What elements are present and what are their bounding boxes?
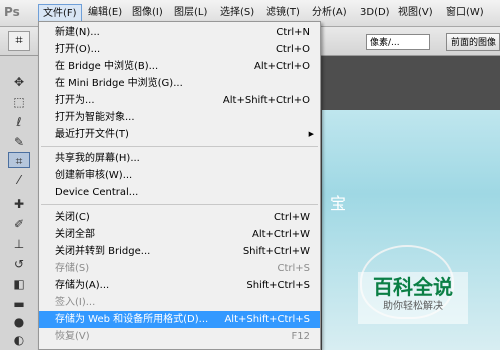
menu-item-label: 关闭并转到 Bridge... — [55, 246, 151, 257]
submenu-arrow-icon: ▶ — [308, 130, 314, 138]
menu-item-close-go-bridge[interactable]: 关闭并转到 Bridge... Shift+Ctrl+W — [39, 243, 320, 260]
menu-item-label: 创建新审核(W)... — [55, 170, 133, 181]
menu-layer[interactable]: 图层(L) — [174, 4, 207, 22]
clone-stamp-tool-icon[interactable]: ⊥ — [8, 236, 30, 252]
dodge-tool-icon[interactable]: ◐ — [8, 332, 30, 348]
menu-item-shortcut: Alt+Shift+Ctrl+O — [222, 95, 310, 106]
menu-item-label: 关闭全部 — [55, 229, 95, 240]
menu-item-open[interactable]: 打开(O)... Ctrl+O — [39, 41, 320, 58]
crop-tool-preset[interactable]: ⌗ — [8, 31, 30, 51]
menu-item-label: 恢复(V) — [55, 331, 90, 342]
menu-item-label: 最近打开文件(T) — [55, 129, 129, 140]
watermark-title: 百科全说 — [373, 275, 453, 299]
menu-3d[interactable]: 3D(D) — [360, 4, 390, 22]
menu-item-new-review[interactable]: 创建新审核(W)... — [39, 167, 320, 184]
file-menu-dropdown: 新建(N)... Ctrl+N 打开(O)... Ctrl+O 在 Bridge 中… — [38, 21, 321, 350]
healing-brush-tool-icon[interactable]: ✚ — [8, 196, 30, 212]
toolbox: ✥ ⬚ ℓ ✎ ⌗ ⁄ ✚ ✐ ⊥ ↺ ◧ ▬ ● ◐ — [0, 56, 39, 350]
menu-item-label: 新建(N)... — [55, 27, 100, 38]
menu-item-save[interactable]: 存储(S) Ctrl+S — [39, 260, 320, 277]
menu-item-label: 存储(S) — [55, 263, 90, 274]
menu-item-label: 存储为(A)... — [55, 280, 110, 291]
menu-item-shortcut: Ctrl+W — [273, 212, 310, 223]
lasso-tool-icon[interactable]: ℓ — [8, 114, 30, 130]
menu-item-label: 在 Bridge 中浏览(B)... — [55, 61, 159, 72]
menu-view[interactable]: 视图(V) — [398, 4, 433, 22]
menu-item-shortcut: Ctrl+N — [276, 27, 310, 38]
menu-item-label: 共享我的屏幕(H)... — [55, 153, 140, 164]
menu-item-shortcut: Shift+Ctrl+S — [246, 280, 310, 291]
menu-file[interactable]: 文件(F) — [38, 4, 82, 22]
menu-item-share-screen[interactable]: 共享我的屏幕(H)... — [39, 150, 320, 167]
menu-item-label: 签入(I)... — [55, 297, 96, 308]
history-brush-tool-icon[interactable]: ↺ — [8, 256, 30, 272]
menu-item-label: 打开(O)... — [55, 44, 101, 55]
menu-item-device-central[interactable]: Device Central... — [39, 184, 320, 201]
unit-select[interactable]: 像素/... — [366, 34, 430, 50]
menu-item-label: 打开为智能对象... — [55, 112, 135, 123]
menu-item-open-smart-object[interactable]: 打开为智能对象... — [39, 109, 320, 126]
menu-item-browse-mini-bridge[interactable]: 在 Mini Bridge 中浏览(G)... — [39, 75, 320, 92]
eraser-tool-icon[interactable]: ◧ — [8, 276, 30, 292]
menu-item-shortcut: Shift+Ctrl+W — [242, 246, 310, 257]
menu-separator — [41, 204, 318, 205]
menu-edit[interactable]: 编辑(E) — [88, 4, 122, 22]
marquee-tool-icon[interactable]: ⬚ — [8, 94, 30, 110]
menu-item-close-all[interactable]: 关闭全部 Alt+Ctrl+W — [39, 226, 320, 243]
menu-item-recent-files[interactable]: 最近打开文件(T) ▶ — [39, 126, 320, 143]
menu-item-browse-bridge[interactable]: 在 Bridge 中浏览(B)... Alt+Ctrl+O — [39, 58, 320, 75]
menu-select[interactable]: 选择(S) — [220, 4, 254, 22]
menu-item-shortcut: Ctrl+S — [277, 263, 310, 274]
menu-item-revert[interactable]: 恢复(V) F12 — [39, 328, 320, 345]
blur-tool-icon[interactable]: ● — [8, 314, 30, 330]
menu-item-new[interactable]: 新建(N)... Ctrl+N — [39, 24, 320, 41]
menu-item-shortcut: Alt+Ctrl+W — [252, 229, 310, 240]
menu-item-shortcut: Alt+Ctrl+O — [254, 61, 310, 72]
menu-image[interactable]: 图像(I) — [132, 4, 163, 22]
menu-item-close[interactable]: 关闭(C) Ctrl+W — [39, 209, 320, 226]
menu-item-label: 在 Mini Bridge 中浏览(G)... — [55, 78, 183, 89]
menu-item-shortcut: F12 — [291, 331, 310, 342]
menu-item-open-as[interactable]: 打开为... Alt+Shift+Ctrl+O — [39, 92, 320, 109]
menu-item-check-in[interactable]: 签入(I)... — [39, 294, 320, 311]
watermark-subtitle: 助你轻松解决 — [383, 301, 443, 312]
menu-item-save-for-web[interactable]: 存储为 Web 和设备所用格式(D)... Alt+Shift+Ctrl+S — [39, 311, 320, 328]
menu-item-shortcut: Alt+Shift+Ctrl+S — [224, 314, 310, 325]
crop-icon: ⌗ — [15, 33, 23, 48]
document-partial-text: 宝 — [330, 194, 347, 213]
crop-tool-icon[interactable]: ⌗ — [8, 152, 30, 168]
menu-item-label: Device Central... — [55, 187, 139, 198]
menu-item-label: 关闭(C) — [55, 212, 90, 223]
quick-select-tool-icon[interactable]: ✎ — [8, 134, 30, 150]
photoshop-logo: Ps — [4, 5, 20, 19]
menu-item-save-as[interactable]: 存储为(A)... Shift+Ctrl+S — [39, 277, 320, 294]
eyedropper-tool-icon[interactable]: ⁄ — [8, 172, 30, 188]
menu-window[interactable]: 窗口(W) — [446, 4, 484, 22]
gradient-tool-icon[interactable]: ▬ — [8, 296, 30, 312]
menu-analysis[interactable]: 分析(A) — [312, 4, 347, 22]
menu-item-label: 存储为 Web 和设备所用格式(D)... — [55, 314, 209, 325]
menu-item-label: 打开为... — [55, 95, 95, 106]
front-image-button[interactable]: 前面的图像 — [446, 33, 500, 51]
menu-item-shortcut: Ctrl+O — [275, 44, 310, 55]
menu-filter[interactable]: 滤镜(T) — [266, 4, 300, 22]
move-tool-icon[interactable]: ✥ — [8, 74, 30, 90]
watermark: 百科全说 助你轻松解决 — [358, 272, 468, 324]
brush-tool-icon[interactable]: ✐ — [8, 216, 30, 232]
menu-separator — [41, 146, 318, 147]
